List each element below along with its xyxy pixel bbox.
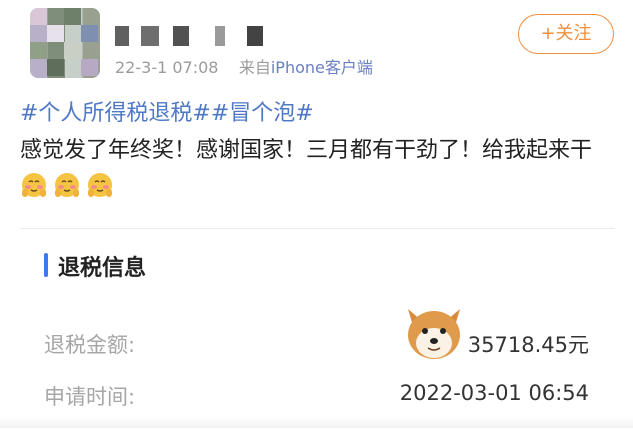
source-prefix: 来自 xyxy=(238,58,271,77)
username-redacted[interactable] xyxy=(115,26,265,46)
follow-button[interactable]: +关注 xyxy=(518,14,614,54)
post-source: iPhone客户端 xyxy=(270,58,373,77)
apply-time-label: 申请时间: xyxy=(44,385,136,409)
refund-amount-value: 35718.45元 xyxy=(467,333,589,357)
hashtags[interactable]: #个人所得税退税##冒个泡# xyxy=(20,95,314,127)
avatar[interactable] xyxy=(30,8,100,78)
tax-refund-card: 退税信息 退税金额: 35718.45元 申请时间: 2022-03-01 06… xyxy=(20,228,615,429)
shy-face-emoji-icon xyxy=(86,171,114,199)
card-title-marker xyxy=(44,253,48,277)
apply-time-value: 2022-03-01 06:54 xyxy=(399,381,589,405)
bottom-fade xyxy=(0,416,633,428)
post-text: 感觉发了年终奖！感谢国家！三月都有干劲了！给我起来干 xyxy=(20,132,615,206)
shy-face-emoji-icon xyxy=(53,171,81,199)
refund-amount-label: 退税金额: xyxy=(44,333,136,357)
post-text-content: 感觉发了年终奖！感谢国家！三月都有干劲了！给我起来干 xyxy=(20,138,593,163)
post-header: 22-3-1 07:08 来自iPhone客户端 +关注 xyxy=(0,0,633,90)
shy-face-emoji-icon xyxy=(20,171,48,199)
post-timestamp: 22-3-1 07:08 xyxy=(115,58,219,77)
post-meta: 22-3-1 07:08 来自iPhone客户端 xyxy=(115,54,373,78)
card-title: 退税信息 xyxy=(58,256,147,281)
shiba-dog-sticker xyxy=(402,299,466,367)
